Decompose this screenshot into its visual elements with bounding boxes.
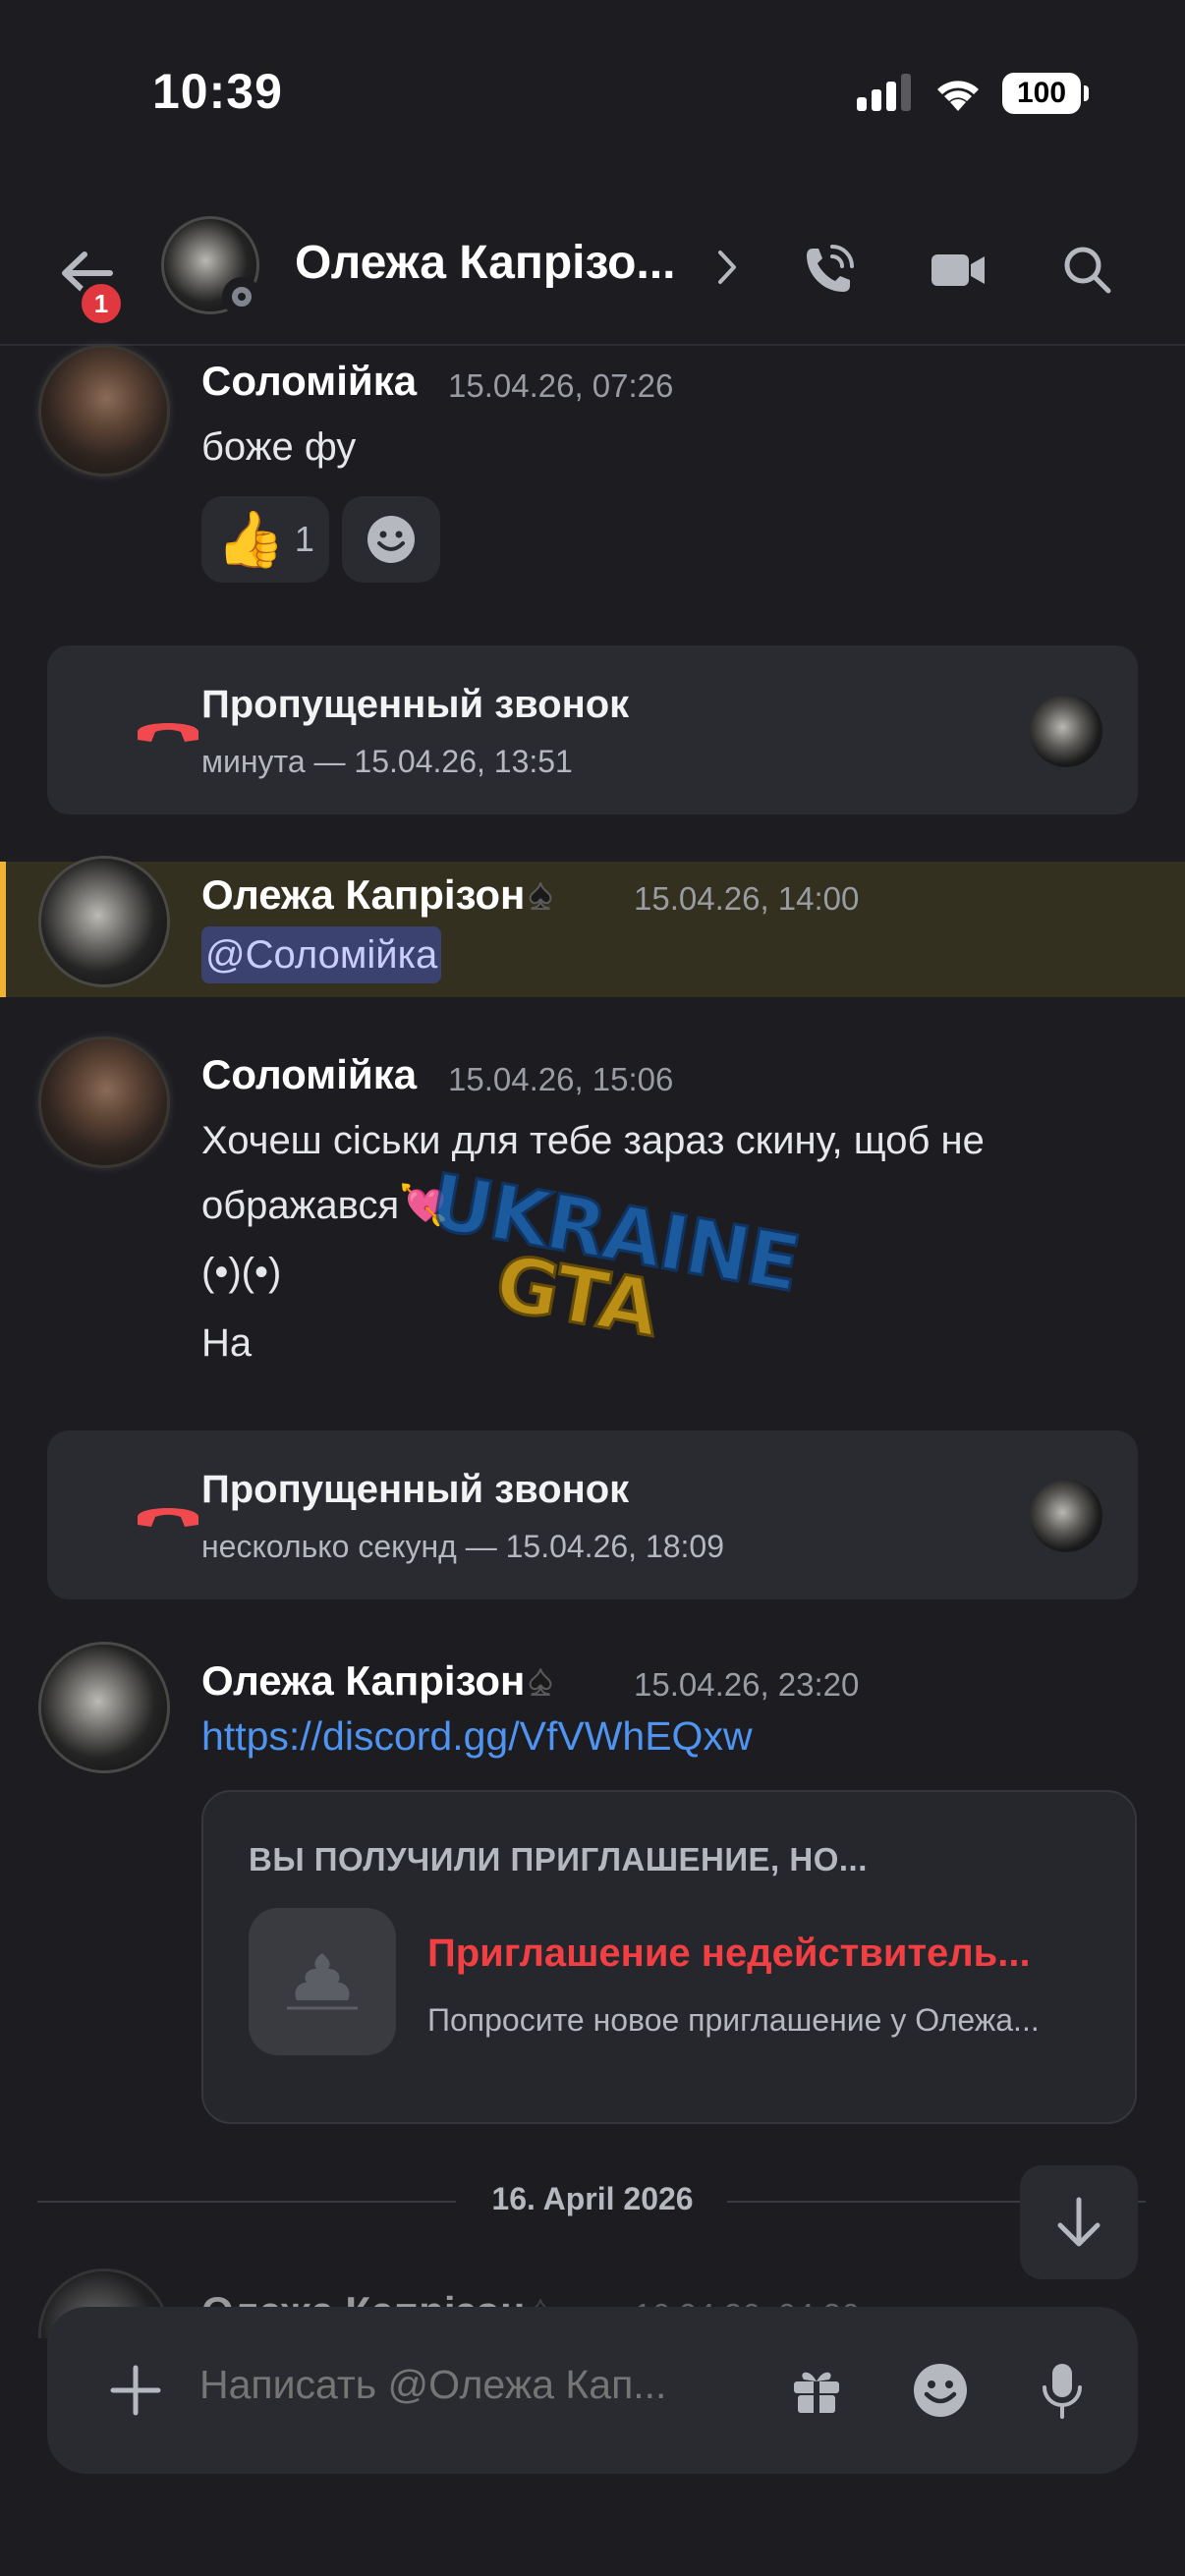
reaction-count: 1: [294, 519, 314, 559]
chat-header: 1 Олежа Капрізо...: [0, 196, 1185, 346]
invite-subtitle: Попросите новое приглашение у Олежа...: [427, 2002, 1040, 2038]
attach-button[interactable]: [96, 2351, 175, 2430]
message-text: боже фу: [201, 425, 357, 469]
gift-icon: [794, 2372, 839, 2413]
status-time: 10:39: [152, 64, 283, 119]
user-mention[interactable]: @Соломійка: [201, 926, 442, 983]
message-text: ображався💘: [201, 1184, 448, 1227]
call-title: Пропущенный звонок: [201, 683, 630, 726]
author-name: Олежа Капрізон: [201, 1657, 526, 1704]
offline-status-icon: [222, 277, 261, 316]
message-text: На: [201, 1321, 253, 1365]
author-avatar[interactable]: [41, 1039, 167, 1165]
mention-highlight: [0, 862, 1185, 997]
message-composer: [47, 2307, 1138, 2474]
phone-icon: [807, 245, 854, 292]
status-bar: 10:39 100: [0, 0, 1185, 187]
message-text: Хочеш сіськи для тебе зараз скину, щоб н…: [201, 1119, 985, 1162]
video-camera-icon: [931, 254, 985, 286]
author-avatar[interactable]: [41, 1645, 167, 1770]
add-reaction-button[interactable]: [342, 496, 440, 583]
call-subtitle: минута — 15.04.26, 13:51: [201, 744, 573, 779]
date-divider-label: 16. April 2026: [491, 2181, 694, 2216]
status-icons: 100: [857, 73, 1089, 114]
message-timestamp: 15.04.26, 23:20: [634, 1666, 860, 1703]
battery-indicator: 100: [1002, 73, 1089, 114]
author-avatar[interactable]: [41, 348, 167, 474]
missed-call-icon: [138, 723, 198, 742]
cellular-signal-icon: [857, 74, 911, 111]
missed-call-card[interactable]: Пропущенный звонок несколько секунд — 15…: [47, 1430, 1138, 1599]
chat-title[interactable]: Олежа Капрізо...: [295, 236, 676, 290]
call-avatar: [1030, 1480, 1102, 1552]
message-author[interactable]: Олежа Капрізон♠: [201, 1655, 553, 1706]
missed-call-card[interactable]: Пропущенный звонок минута — 15.04.26, 13…: [47, 645, 1138, 814]
thumbs-up-icon: 👍: [216, 508, 285, 570]
missed-call-icon: [138, 1508, 198, 1527]
invite-link[interactable]: https://discord.gg/VfVWhEQxw: [201, 1713, 753, 1760]
author-name: Олежа Капрізон: [201, 871, 526, 918]
unread-badge: 1: [77, 279, 126, 328]
message-timestamp: 15.04.26, 14:00: [634, 880, 860, 917]
smiley-icon: [914, 2364, 967, 2417]
invalid-invite-icon: [249, 1908, 396, 2055]
video-call-button[interactable]: [924, 236, 992, 305]
invite-embed: ВЫ ПОЛУЧИЛИ ПРИГЛАШЕНИЕ, НО... Приглашен…: [201, 1790, 1137, 2124]
call-subtitle: несколько секунд — 15.04.26, 18:09: [201, 1529, 725, 1564]
call-avatar: [1030, 695, 1102, 767]
smiley-icon: [367, 516, 415, 563]
poop-icon: [287, 1953, 358, 2010]
arrow-down-icon: [1057, 2197, 1100, 2247]
spade-icon: ♠: [528, 1655, 552, 1706]
reaction-thumbs-up[interactable]: 👍 1: [201, 496, 329, 583]
invite-heading: ВЫ ПОЛУЧИЛИ ПРИГЛАШЕНИЕ, НО...: [249, 1841, 868, 1877]
mention-highlight-bar: [0, 862, 6, 997]
search-icon: [1064, 247, 1111, 294]
emoji-button[interactable]: [904, 2354, 977, 2427]
search-button[interactable]: [1053, 236, 1122, 305]
spade-icon: ♠: [528, 869, 552, 920]
message-timestamp: 15.04.26, 15:06: [448, 1061, 674, 1097]
invite-title: Приглашение недействитель...: [427, 1932, 1031, 1975]
microphone-icon: [1043, 2364, 1082, 2419]
jump-to-bottom-button[interactable]: [1020, 2165, 1138, 2279]
chevron-right-icon[interactable]: [715, 248, 739, 287]
message-author[interactable]: Соломійка: [201, 358, 417, 405]
message-author[interactable]: Олежа Капрізон♠: [201, 869, 553, 920]
gift-button[interactable]: [780, 2354, 853, 2427]
author-avatar[interactable]: [41, 859, 167, 984]
watermark-logo: UKRAINE GTA: [414, 1156, 807, 1368]
message-text: (•)(•): [201, 1251, 282, 1294]
voice-message-button[interactable]: [1026, 2354, 1099, 2427]
message-timestamp: 15.04.26, 07:26: [448, 367, 674, 404]
wifi-icon: [937, 81, 979, 111]
call-title: Пропущенный звонок: [201, 1468, 630, 1511]
voice-call-button[interactable]: [794, 236, 863, 305]
message-author[interactable]: Соломійка: [201, 1051, 417, 1098]
plus-icon: [110, 2365, 161, 2416]
message-input[interactable]: [199, 2362, 750, 2408]
